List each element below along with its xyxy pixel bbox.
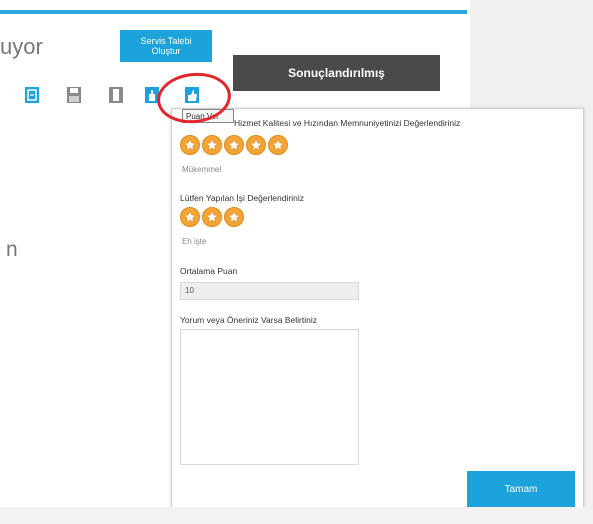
work-rating-text: Eh işte bbox=[182, 237, 207, 246]
star-icon[interactable] bbox=[180, 207, 200, 227]
star-icon[interactable] bbox=[180, 135, 200, 155]
save-icon[interactable] bbox=[66, 86, 82, 104]
star-icon[interactable] bbox=[224, 135, 244, 155]
service-quality-stars[interactable] bbox=[180, 135, 288, 155]
average-score-label: Ortalama Puan bbox=[180, 266, 238, 276]
document-icon[interactable] bbox=[24, 86, 40, 104]
service-quality-label: Hizmet Kalitesi ve Hızından Memnuniyetin… bbox=[234, 118, 461, 128]
comment-label: Yorum veya Öneriniz Varsa Belirtiniz bbox=[180, 315, 318, 325]
rating-dialog: Hizmet Kalitesi ve Hızından Memnuniyetin… bbox=[171, 108, 584, 512]
service-request-button[interactable]: Servis Talebi Oluştur bbox=[120, 30, 212, 62]
star-icon[interactable] bbox=[202, 135, 222, 155]
status-banner: Sonuçlandırılmış bbox=[233, 55, 440, 91]
average-score-field: 10 bbox=[180, 282, 359, 300]
page-text-fragment: n bbox=[6, 238, 18, 261]
comment-textarea[interactable] bbox=[180, 329, 359, 465]
service-quality-rating-text: Mükemmel bbox=[182, 165, 222, 174]
work-rating-stars[interactable] bbox=[180, 207, 244, 227]
star-icon[interactable] bbox=[246, 135, 266, 155]
work-rating-label: Lütfen Yapılan İşi Değerlendiriniz bbox=[180, 193, 304, 203]
star-icon[interactable] bbox=[268, 135, 288, 155]
star-icon[interactable] bbox=[224, 207, 244, 227]
bottom-strip bbox=[0, 507, 593, 524]
star-icon[interactable] bbox=[202, 207, 222, 227]
top-accent-bar bbox=[0, 10, 467, 14]
page-title-fragment: uyor bbox=[0, 34, 43, 59]
bookmark-icon[interactable] bbox=[108, 86, 124, 104]
ok-button[interactable]: Tamam bbox=[467, 471, 575, 508]
